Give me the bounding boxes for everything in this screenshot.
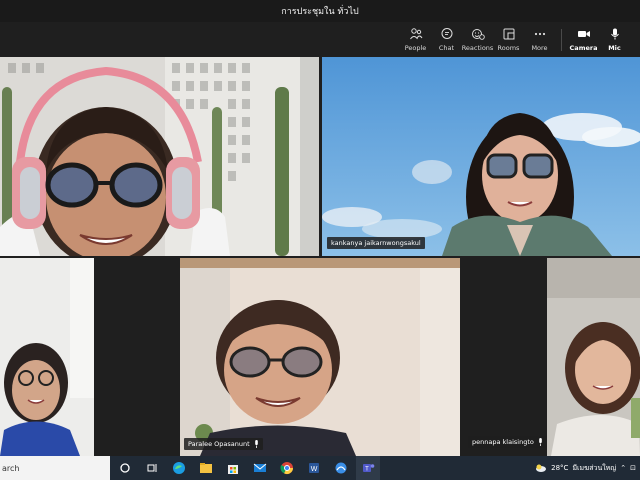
windows-taskbar: arch W T 28°C มีเมฆส่วนใหญ่ ⌃ ⊡: [0, 456, 640, 480]
file-explorer-icon[interactable]: [194, 456, 218, 480]
photos-icon[interactable]: [329, 456, 353, 480]
weather-description[interactable]: มีเมฆส่วนใหญ่: [572, 463, 616, 474]
taskbar-search-box[interactable]: arch: [0, 456, 110, 480]
chrome-icon[interactable]: [275, 456, 299, 480]
chat-label: Chat: [438, 44, 455, 52]
rooms-label: Rooms: [497, 44, 520, 52]
people-label: People: [404, 44, 427, 52]
task-view-icon[interactable]: [140, 456, 164, 480]
participant-video-1[interactable]: [0, 57, 319, 256]
reactions-button[interactable]: Reactions: [462, 24, 493, 56]
participant-video-2[interactable]: kankanya jaikarnwongsakul: [322, 57, 640, 256]
people-icon: [409, 28, 422, 40]
chat-button[interactable]: Chat: [431, 24, 462, 56]
teams-icon[interactable]: T: [356, 456, 380, 480]
word-icon[interactable]: W: [302, 456, 326, 480]
more-icon: [534, 32, 545, 36]
toolbar-divider: [561, 28, 562, 51]
meeting-toolbar: People Chat Reactions Rooms More Camera …: [0, 22, 640, 57]
participant-name-4: Paralee Opasanunt: [184, 438, 263, 450]
mail-icon[interactable]: [248, 456, 272, 480]
participant-name-4-label: Paralee Opasanunt: [188, 440, 250, 448]
participant-video-3[interactable]: [0, 258, 94, 456]
reactions-icon: [471, 29, 485, 40]
taskbar-search-text: arch: [2, 463, 20, 473]
weather-icon: [536, 464, 547, 472]
camera-label: Camera: [569, 44, 598, 52]
network-icon[interactable]: ⊡: [630, 464, 636, 472]
participant-video-5[interactable]: [547, 258, 640, 456]
svg-text:W: W: [311, 466, 318, 473]
weather-temperature[interactable]: 28°C: [551, 464, 568, 472]
title-bar: การประชุมใน ทั่วไป: [0, 0, 640, 22]
system-tray: 28°C มีเมฆส่วนใหญ่ ⌃ ⊡: [535, 463, 640, 474]
rooms-button[interactable]: Rooms: [493, 24, 524, 56]
edge-icon[interactable]: [167, 456, 191, 480]
participant-name-5-tag: pennapa klaisingto: [468, 436, 547, 448]
more-button[interactable]: More: [524, 24, 555, 56]
camera-icon: [577, 31, 590, 37]
participant-video-frame: [0, 258, 94, 456]
participant-video-frame: [322, 57, 640, 256]
people-button[interactable]: People: [400, 24, 431, 56]
mic-button[interactable]: Mic: [599, 24, 630, 56]
store-icon[interactable]: [221, 456, 245, 480]
mic-label: Mic: [608, 44, 621, 52]
chevron-up-icon[interactable]: ⌃: [620, 464, 626, 472]
participant-name-2: kankanya jaikarnwongsakul: [327, 237, 425, 249]
more-label: More: [531, 44, 548, 52]
mic-icon: [254, 440, 258, 448]
participant-video-frame: [547, 258, 640, 456]
mic-icon: [610, 28, 619, 40]
rooms-icon: [503, 28, 514, 40]
mic-icon: [539, 438, 542, 446]
participant-name-5-label: pennapa klaisingto: [472, 438, 534, 446]
reactions-label: Reactions: [461, 44, 494, 52]
chat-icon: [441, 28, 452, 39]
cortana-icon[interactable]: [113, 456, 137, 480]
camera-button[interactable]: Camera: [568, 24, 599, 56]
svg-text:T: T: [365, 467, 369, 473]
meeting-title: การประชุมใน ทั่วไป: [281, 7, 359, 17]
participant-video-4[interactable]: Paralee Opasanunt: [180, 258, 460, 456]
participant-video-frame: [180, 258, 460, 456]
participant-video-frame: [0, 57, 319, 256]
